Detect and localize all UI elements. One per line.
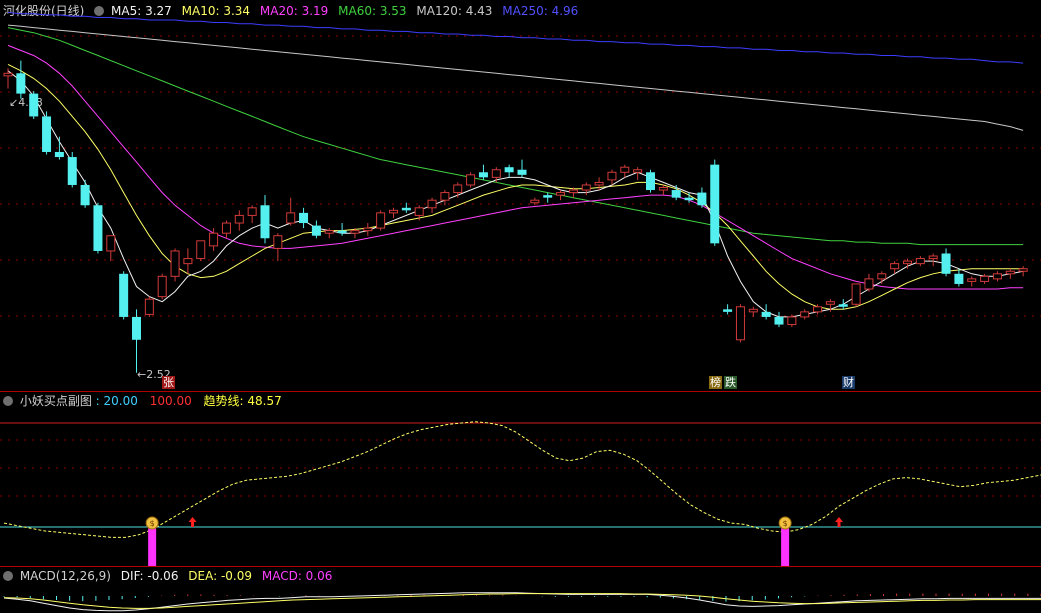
candle-body-up (903, 260, 912, 265)
candle-body-up (915, 258, 925, 265)
candle-body-up (106, 235, 116, 252)
candle-body-down (80, 184, 90, 206)
up-arrow-icon (834, 517, 843, 527)
candle-body-down (774, 316, 784, 325)
candle-body-up (992, 273, 1002, 280)
candle-body-up (3, 72, 13, 77)
candle-body-down (671, 190, 681, 198)
candle-body-down (29, 93, 39, 117)
candle-body-up (1005, 270, 1015, 275)
candle-body-down (42, 116, 52, 152)
candle-body-up (273, 235, 283, 249)
buy-signal-bar (781, 527, 790, 566)
ma60-line (7, 27, 1024, 246)
candle-body-up (851, 283, 861, 305)
candle-body-down (684, 197, 694, 201)
candle-body-down (132, 316, 141, 340)
candle-body-down (93, 205, 103, 251)
candle-body-down (761, 311, 771, 317)
candle-body-down (401, 207, 411, 211)
ma20-line (7, 44, 1024, 290)
candle-body-down (260, 205, 270, 239)
candle-body-down (337, 230, 347, 234)
up-arrow-icon (188, 517, 197, 527)
candle-body-down (838, 304, 848, 307)
candle-body-up (556, 192, 566, 196)
candle-body-up (376, 212, 386, 229)
ma10-line (7, 63, 1024, 310)
candle-body-up (928, 255, 938, 260)
candle-body-up (607, 171, 617, 181)
candle-body-down (941, 253, 951, 274)
candle-body-up (183, 258, 193, 265)
money-bag-label: $ (150, 519, 155, 528)
candle-body-down (67, 157, 77, 185)
candle-body-up (967, 278, 977, 282)
candle-body-up (363, 227, 373, 232)
candle-body-down (723, 309, 733, 312)
candle-body-down (517, 169, 527, 175)
dea-line (3, 593, 1041, 609)
candle-body-up (427, 199, 437, 209)
candle-body-up (209, 232, 219, 247)
candle-body-up (658, 187, 668, 191)
candle-body-up (1018, 268, 1028, 272)
candle-body-up (568, 189, 578, 194)
candle-body-up (980, 275, 990, 282)
kline-chart[interactable]: $ $ (0, 0, 1041, 613)
candle-body-up (813, 306, 823, 313)
candle-body-down (54, 151, 64, 158)
candle-body-up (864, 278, 874, 290)
ma120-line (7, 24, 1024, 131)
candle-body-up (286, 212, 296, 224)
candle-body-up (825, 301, 835, 305)
candle-body-up (440, 192, 450, 201)
candle-body-up (735, 306, 745, 341)
candle-body-up (389, 209, 398, 214)
candle-body-down (710, 164, 720, 244)
candle-body-up (877, 273, 887, 280)
candle-body-up (196, 240, 206, 260)
candle-body-up (234, 214, 244, 224)
candle-body-up (453, 184, 463, 194)
candle-body-up (800, 311, 810, 318)
candle-body-up (144, 298, 154, 315)
candle-body-up (620, 166, 630, 173)
candle-body-up (748, 308, 758, 313)
candle-body-down (119, 273, 129, 317)
candle-body-up (594, 181, 604, 186)
candle-body-up (170, 250, 180, 277)
candle-body-up (350, 230, 360, 234)
candle-body-up (491, 169, 501, 178)
candle-body-down (504, 167, 514, 173)
candle-body-up (247, 207, 257, 216)
candle-body-up (581, 184, 591, 191)
candle-body-up (157, 275, 167, 298)
money-bag-label: $ (783, 519, 788, 528)
candle-body-up (324, 230, 334, 234)
candle-body-up (787, 316, 797, 326)
buy-signal-bar (148, 527, 157, 566)
candle-body-down (954, 273, 964, 284)
candle-body-up (633, 169, 643, 173)
candle-body-down (646, 172, 655, 191)
candle-body-up (890, 263, 900, 270)
candle-body-up (414, 207, 424, 216)
candle-body-down (16, 73, 26, 94)
candle-body-up (530, 199, 540, 204)
candle-body-down (311, 225, 321, 236)
ma250-line (7, 11, 1024, 64)
candle-body-up (466, 174, 476, 186)
candle-body-down (543, 195, 553, 198)
candle-body-down (697, 192, 707, 206)
trend-line (3, 421, 1041, 538)
candle-body-down (478, 172, 488, 178)
candle-body-down (299, 212, 309, 224)
candle-body-up (221, 222, 231, 234)
